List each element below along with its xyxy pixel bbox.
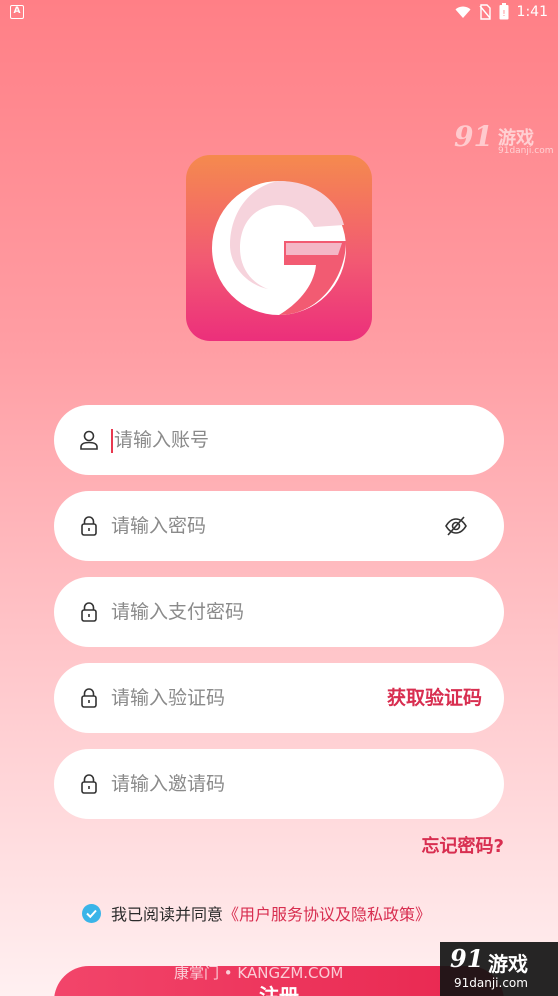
agreement-text: 我已阅读并同意	[111, 905, 224, 924]
status-bar: A ! 1:41	[0, 0, 558, 26]
agree-checkbox[interactable]	[82, 903, 101, 923]
invite-code-placeholder: 请输入邀请码	[111, 773, 226, 795]
text-cursor	[111, 429, 113, 453]
lock-icon	[81, 602, 97, 622]
eye-off-icon[interactable]	[444, 515, 468, 537]
status-icons: ! 1:41	[455, 3, 548, 20]
svg-text:!: !	[502, 9, 505, 18]
forgot-password-link[interactable]: 忘记密码?	[422, 832, 504, 858]
watermark-site-text: 康掌门 • KANGZM.COM	[174, 964, 344, 982]
app-notification-icon: A	[10, 5, 24, 19]
app-logo	[186, 155, 372, 341]
watermark-badge-number: 91	[450, 944, 484, 973]
wifi-icon	[455, 6, 471, 18]
get-code-button[interactable]: 获取验证码	[387, 663, 482, 733]
invite-code-field[interactable]: 请输入邀请码	[54, 749, 504, 819]
pay-password-placeholder: 请输入支付密码	[111, 601, 245, 623]
lock-icon	[81, 516, 97, 536]
clock: 1:41	[516, 3, 548, 20]
no-sim-icon	[479, 3, 491, 20]
verify-code-field[interactable]: 请输入验证码 获取验证码	[54, 663, 504, 733]
lock-icon	[81, 688, 97, 708]
agreement-row: 我已阅读并同意 《用户服务协议及隐私政策》	[82, 901, 431, 925]
watermark-badge-url: 91danji.com	[454, 976, 528, 990]
lock-icon	[81, 774, 97, 794]
watermark-badge: 91 游戏 91danji.com	[440, 942, 558, 996]
battery-icon: !	[499, 3, 509, 20]
g-logo-icon	[212, 181, 346, 315]
password-field[interactable]: 请输入密码	[54, 491, 504, 561]
watermark-url: 91danji.com	[498, 146, 554, 156]
policy-link[interactable]: 《用户服务协议及隐私政策》	[223, 901, 431, 925]
verify-code-placeholder: 请输入验证码	[111, 687, 226, 709]
check-icon	[86, 909, 97, 918]
watermark-badge-name: 游戏	[488, 952, 528, 976]
user-icon	[80, 430, 98, 450]
watermark-logo: 91 游戏 91danji.com	[454, 120, 554, 160]
account-placeholder: 请输入账号	[114, 429, 210, 451]
account-field[interactable]: 请输入账号	[54, 405, 504, 475]
watermark-number: 91	[454, 120, 493, 153]
pay-password-field[interactable]: 请输入支付密码	[54, 577, 504, 647]
password-placeholder: 请输入密码	[111, 515, 207, 537]
